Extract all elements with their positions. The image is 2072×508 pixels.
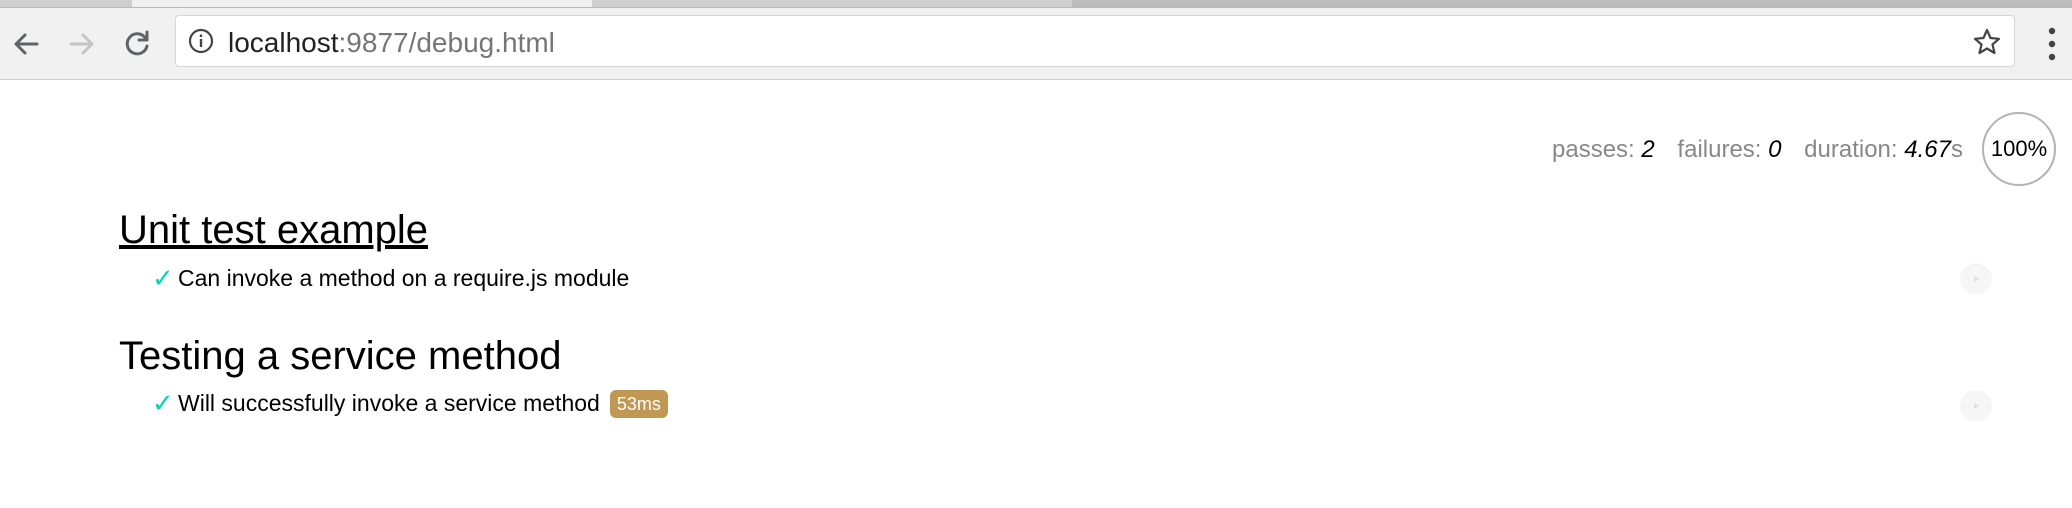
inactive-tab-area[interactable]: [1072, 0, 2072, 7]
test-title: Can invoke a method on a require.js modu…: [178, 265, 630, 291]
test-title: Will successfully invoke a service metho…: [178, 390, 600, 416]
arrow-left-icon: [14, 33, 39, 55]
passes-value: 2: [1641, 136, 1655, 163]
suite-title-testing-service-method[interactable]: Testing a service method: [119, 334, 561, 378]
duration-stat: duration: 4.67s: [1804, 136, 1963, 163]
arrow-right-icon: [69, 33, 94, 55]
reload-button[interactable]: [115, 22, 159, 66]
url-path: :9877/debug.html: [338, 27, 555, 58]
forward-button[interactable]: [60, 22, 104, 66]
play-icon: [1974, 403, 1979, 409]
pass-check-icon: ✓: [152, 263, 174, 293]
duration-badge: 53ms: [609, 389, 668, 418]
passes-stat[interactable]: passes: 2: [1552, 136, 1655, 163]
failures-label: failures:: [1677, 136, 1762, 163]
failures-value: 0: [1768, 136, 1782, 163]
back-button[interactable]: [4, 22, 48, 66]
progress-ring: 100%: [1982, 112, 2056, 186]
duration-value: 4.67: [1904, 136, 1951, 163]
test-item[interactable]: ✓ Can invoke a method on a require.js mo…: [152, 263, 629, 294]
test-item[interactable]: ✓ Will successfully invoke a service met…: [152, 388, 668, 419]
suite-title-unit-test-example[interactable]: Unit test example: [119, 208, 428, 252]
duration-unit: s: [1950, 136, 1963, 163]
replay-button[interactable]: [1960, 390, 1992, 422]
failures-stat[interactable]: failures: 0: [1677, 136, 1781, 163]
vertical-ellipsis-icon[interactable]: [2044, 25, 2060, 63]
replay-button[interactable]: [1960, 263, 1992, 295]
info-circle-icon[interactable]: [188, 28, 214, 54]
passes-label: passes:: [1552, 136, 1635, 163]
pass-check-icon: ✓: [152, 388, 174, 418]
url-text[interactable]: localhost:9877/debug.html: [228, 29, 555, 57]
star-icon[interactable]: [1972, 27, 2002, 57]
url-host: localhost: [228, 27, 339, 58]
duration-label: duration:: [1804, 136, 1898, 163]
address-bar[interactable]: localhost:9877/debug.html: [175, 15, 2015, 67]
progress-percent: 100%: [1990, 136, 2048, 161]
play-icon: [1974, 276, 1979, 282]
browser-toolbar: localhost:9877/debug.html: [0, 8, 2072, 80]
reload-icon: [125, 30, 149, 56]
active-tab[interactable]: [132, 0, 592, 7]
tab-strip: [0, 0, 2072, 8]
test-stats: passes: 2 failures: 0 duration: 4.67s: [1552, 136, 1979, 164]
